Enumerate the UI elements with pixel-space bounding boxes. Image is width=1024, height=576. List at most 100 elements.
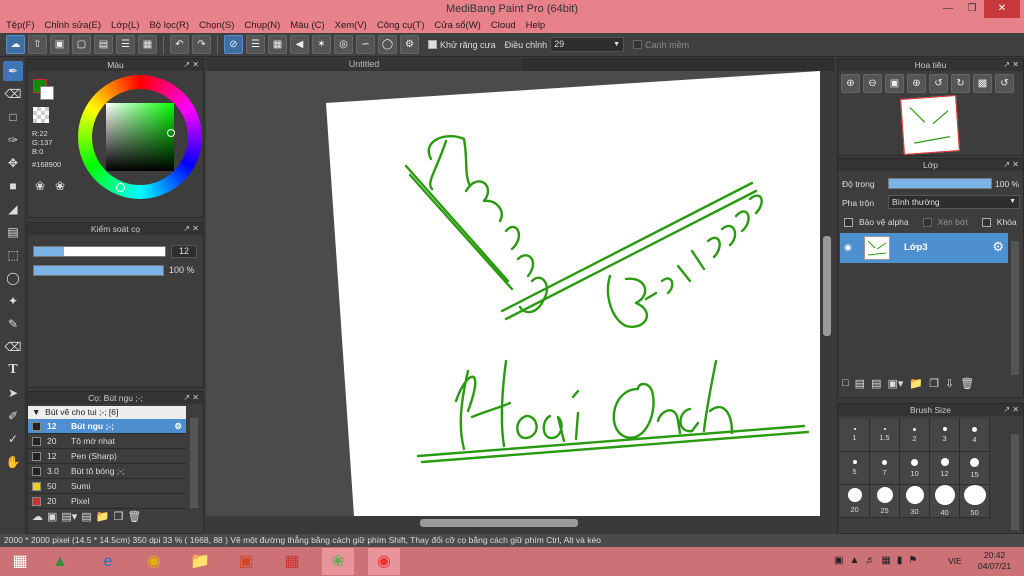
fill-rect-tool-icon[interactable]: ■ — [3, 176, 23, 196]
perspective-snap-icon[interactable]: ◀ — [290, 35, 309, 54]
brush-add-icon[interactable]: ▣ — [47, 510, 57, 523]
brush-list-item[interactable]: 12 Pen (Sharp) — [28, 449, 186, 464]
brush-tool-icon[interactable]: ✒ — [3, 61, 23, 81]
parallel-snap-icon[interactable]: ☰ — [246, 35, 265, 54]
palette-icon[interactable]: ❀ — [35, 179, 45, 193]
radial-snap-icon[interactable]: ✶ — [312, 35, 331, 54]
zoom-reset-icon[interactable]: ⊕ — [907, 74, 926, 93]
brush-size-option[interactable]: 1.5 — [870, 419, 900, 452]
network-icon[interactable]: ▦ — [881, 555, 890, 566]
chat-icon[interactable]: ▢ — [72, 35, 91, 54]
language-indicator[interactable]: VIE — [948, 556, 962, 566]
brush-add-dropdown-icon[interactable]: ▤▾ — [61, 510, 77, 523]
delete-layer-icon[interactable]: 🗑 — [960, 377, 974, 390]
rotate-right-icon[interactable]: ↻ — [951, 74, 970, 93]
clip-checkbox[interactable] — [922, 217, 932, 227]
volume-icon[interactable]: ♬ — [865, 555, 875, 566]
new-layer-8bit-icon[interactable]: ▤ — [855, 377, 865, 390]
comment-icon[interactable]: ▣ — [50, 35, 69, 54]
blur-tool-icon[interactable]: ✓ — [3, 429, 23, 449]
paint-icon[interactable]: ◉ — [368, 548, 400, 575]
panel-popout-icon[interactable]: ↗ ✕ — [1003, 404, 1019, 416]
gear-icon[interactable]: ⚙ — [174, 421, 182, 432]
eraser-tool-icon[interactable]: ⌫ — [3, 84, 23, 104]
clock[interactable]: 20:42 04/07/21 — [978, 550, 1011, 572]
lasso-tool-icon[interactable]: ◯ — [3, 268, 23, 288]
chevron-up-icon[interactable]: ▲ — [849, 555, 859, 566]
dropper-tool-icon[interactable]: ✐ — [3, 406, 23, 426]
brush-list-item[interactable]: 3.0 Bút tô bóng ;-; — [28, 464, 186, 479]
panel-popout-icon[interactable]: ↗ ✕ — [183, 392, 199, 404]
gear-icon[interactable]: ⚙ — [992, 239, 1004, 255]
zoom-out-icon[interactable]: ⊖ — [863, 74, 882, 93]
brush-size-option[interactable]: 15 — [960, 452, 990, 485]
add-layer-dropdown-icon[interactable]: ▣▾ — [887, 377, 903, 390]
duplicate-layer-icon[interactable]: ❐ — [929, 377, 939, 390]
shape-tool-icon[interactable]: □ — [3, 107, 23, 127]
background-color-swatch[interactable] — [40, 86, 54, 100]
brush-size-option[interactable]: 7 — [870, 452, 900, 485]
menu-tools[interactable]: Công cụ(T) — [375, 18, 433, 33]
protect-alpha-checkbox[interactable] — [844, 217, 853, 227]
brush-size-option[interactable]: 50 — [960, 485, 990, 518]
fit-icon[interactable]: ▣ — [885, 74, 904, 93]
no-snap-icon[interactable]: ⊘ — [224, 35, 243, 54]
undo-icon[interactable]: ↶ — [170, 35, 189, 54]
brush-size-option[interactable]: 12 — [930, 452, 960, 485]
zoom-in-icon[interactable]: ⊕ — [841, 74, 860, 93]
file-explorer-icon[interactable]: 📁 — [184, 548, 216, 575]
menu-window[interactable]: Cửa sổ(W) — [432, 18, 488, 33]
brush-copy-icon[interactable]: ▤ — [81, 510, 91, 523]
reset-view-icon[interactable]: ↺ — [995, 74, 1014, 93]
adjust-dropdown[interactable]: 29 ▼ — [550, 37, 625, 52]
battery-icon[interactable]: ▮ — [897, 555, 903, 566]
share-icon[interactable]: ⇧ — [28, 35, 47, 54]
brush-list-item[interactable]: 12 Bút ngu ;-; ⚙ — [28, 419, 186, 434]
brush-size-option[interactable]: 4 — [960, 419, 990, 452]
lock-checkbox[interactable] — [981, 217, 991, 227]
flag-icon[interactable]: ⚑ — [908, 555, 917, 566]
brush-size-option[interactable]: 30 — [900, 485, 930, 518]
brush-list-item[interactable]: 20 Pixel — [28, 494, 186, 509]
menu-capture[interactable]: Chụp(N) — [242, 18, 288, 33]
saturation-value-square[interactable] — [106, 103, 174, 171]
internet-explorer-icon[interactable]: e — [92, 548, 124, 575]
operation-tool-icon[interactable]: ➤ — [3, 383, 23, 403]
powerpoint-icon[interactable]: ▣ — [230, 548, 262, 575]
panel-popout-icon[interactable]: ↗ ✕ — [183, 59, 199, 71]
document-icon[interactable]: ▤ — [94, 35, 113, 54]
folder-icon[interactable]: 📁 — [909, 377, 923, 390]
pen-tool-icon[interactable]: ✑ — [3, 130, 23, 150]
brush-size-value[interactable]: 12 — [171, 245, 197, 258]
menu-layer[interactable]: Lớp(L) — [109, 18, 147, 33]
layer-row[interactable]: ◉ Lớp3 ⚙ — [840, 233, 1008, 263]
select-pen-tool-icon[interactable]: ✎ — [3, 314, 23, 334]
minimize-button[interactable]: — — [936, 0, 960, 18]
settings-icon[interactable]: ⚙ — [400, 35, 419, 54]
close-button[interactable]: ✕ — [984, 0, 1020, 18]
brush-list-item[interactable]: 20 Tô mờ nhạt — [28, 434, 186, 449]
brush-duplicate-icon[interactable]: ❐ — [113, 510, 123, 523]
magic-wand-tool-icon[interactable]: ✦ — [3, 291, 23, 311]
app-icon[interactable]: ▦ — [276, 548, 308, 575]
hand-tool-icon[interactable]: ✋ — [3, 452, 23, 472]
flip-icon[interactable]: ▩ — [973, 74, 992, 93]
brush-delete-icon[interactable]: 🗑 — [127, 510, 141, 523]
menu-filter[interactable]: Bộ lọc(R) — [147, 18, 197, 33]
new-layer-icon[interactable]: □ — [842, 377, 849, 390]
redo-icon[interactable]: ↷ — [192, 35, 211, 54]
list-icon[interactable]: ☰ — [116, 35, 135, 54]
select-eraser-tool-icon[interactable]: ⌫ — [3, 337, 23, 357]
brush-size-slider[interactable] — [33, 246, 166, 257]
brush-list-item[interactable]: 50 Sumi — [28, 479, 186, 494]
bucket-tool-icon[interactable]: ◢ — [3, 199, 23, 219]
panel-popout-icon[interactable]: ↗ ✕ — [1003, 159, 1019, 171]
rotate-left-icon[interactable]: ↺ — [929, 74, 948, 93]
move-tool-icon[interactable]: ✥ — [3, 153, 23, 173]
palette-add-icon[interactable]: ❀ — [55, 179, 65, 193]
brush-size-option[interactable]: 3 — [930, 419, 960, 452]
bluestacks-icon[interactable]: ▲ — [44, 548, 76, 575]
curve-snap-icon[interactable]: ∽ — [356, 35, 375, 54]
brush-group-header[interactable]: ▼ Bút vẽ cho tui ;-; [6] — [28, 406, 186, 419]
brush-folder-icon[interactable]: 📁 — [96, 510, 110, 523]
